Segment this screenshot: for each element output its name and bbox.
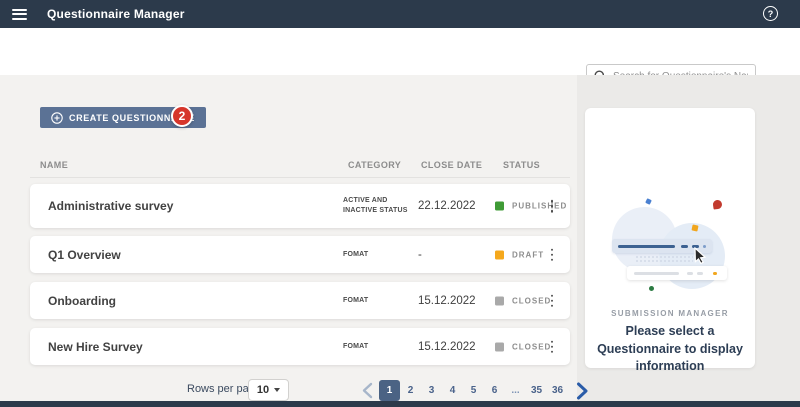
table-header: NAME CATEGORY CLOSE DATE STATUS bbox=[30, 160, 570, 178]
row-actions-kebab-icon[interactable] bbox=[547, 244, 558, 265]
page-ellipsis: ... bbox=[505, 380, 526, 401]
column-header-status: STATUS bbox=[503, 160, 540, 170]
blue-dot-icon bbox=[645, 198, 652, 205]
next-page-icon[interactable] bbox=[576, 382, 588, 400]
page-button[interactable]: 35 bbox=[526, 380, 547, 401]
row-actions-kebab-icon[interactable] bbox=[547, 196, 558, 217]
page-button[interactable]: 3 bbox=[421, 380, 442, 401]
page-button[interactable]: 4 bbox=[442, 380, 463, 401]
filter-toolbar bbox=[0, 28, 800, 75]
status-badge: DRAFT bbox=[495, 250, 544, 259]
hamburger-menu-icon[interactable] bbox=[12, 9, 27, 20]
page-button[interactable]: 5 bbox=[463, 380, 484, 401]
table-row[interactable]: Administrative survey ACTIVE AND INACTIV… bbox=[30, 184, 570, 228]
page-button[interactable]: 36 bbox=[547, 380, 568, 401]
questionnaire-close-date: - bbox=[418, 249, 422, 261]
status-label: PUBLISHED bbox=[512, 202, 567, 211]
page-title: Questionnaire Manager bbox=[47, 7, 185, 21]
column-header-category: CATEGORY bbox=[348, 160, 401, 170]
status-color-square bbox=[495, 342, 504, 351]
rows-per-page-value: 10 bbox=[257, 384, 269, 396]
status-color-square bbox=[495, 250, 504, 259]
questionnaire-name: Administrative survey bbox=[48, 199, 173, 213]
pagination: 1 2 3 4 5 6 ... 35 36 bbox=[362, 380, 588, 401]
top-navigation-bar: Questionnaire Manager ? bbox=[0, 0, 800, 28]
rows-per-page-select[interactable]: 10 bbox=[248, 379, 289, 401]
questionnaire-name: Onboarding bbox=[48, 294, 116, 308]
questionnaire-close-date: 22.12.2022 bbox=[418, 200, 476, 212]
questionnaire-category: ACTIVE AND INACTIVE STATUS bbox=[343, 196, 419, 216]
mouse-cursor-icon bbox=[694, 247, 709, 264]
row-actions-kebab-icon[interactable] bbox=[547, 336, 558, 357]
questionnaire-category: FOMAT bbox=[343, 250, 419, 260]
dotted-texture bbox=[635, 255, 693, 264]
content-area: CREATE QUESTIONNAIRE 2 NAME CATEGORY CLO… bbox=[0, 75, 800, 407]
status-label: CLOSED bbox=[512, 342, 551, 351]
status-label: CLOSED bbox=[512, 296, 551, 305]
status-label: DRAFT bbox=[512, 250, 544, 259]
plus-circle-icon bbox=[51, 112, 63, 124]
bottom-bar bbox=[0, 401, 800, 407]
row-actions-kebab-icon[interactable] bbox=[547, 290, 558, 311]
questionnaire-name: New Hire Survey bbox=[48, 340, 143, 354]
status-color-square bbox=[495, 202, 504, 211]
empty-state-message: Please select a Questionnaire to display… bbox=[596, 323, 744, 376]
status-color-square bbox=[495, 296, 504, 305]
submission-manager-label: SUBMISSION MANAGER bbox=[585, 309, 755, 318]
illustration-bar bbox=[627, 266, 727, 280]
questionnaire-close-date: 15.12.2022 bbox=[418, 341, 476, 353]
table-row[interactable]: Onboarding FOMAT 15.12.2022 CLOSED bbox=[30, 282, 570, 319]
column-header-name: NAME bbox=[40, 160, 68, 170]
status-badge: CLOSED bbox=[495, 342, 551, 351]
annotation-step-badge: 2 bbox=[171, 105, 193, 127]
empty-state-illustration bbox=[585, 108, 755, 304]
questionnaire-manager-app: Questionnaire Manager ? CREATE QUESTIONN… bbox=[0, 0, 800, 407]
previous-page-icon[interactable] bbox=[362, 382, 373, 399]
page-button[interactable]: 6 bbox=[484, 380, 505, 401]
questionnaire-category: FOMAT bbox=[343, 342, 419, 352]
chevron-down-icon bbox=[274, 388, 280, 392]
yellow-square-icon bbox=[691, 224, 698, 231]
table-row[interactable]: Q1 Overview FOMAT - DRAFT bbox=[30, 236, 570, 273]
questionnaire-name: Q1 Overview bbox=[48, 248, 121, 262]
status-badge: CLOSED bbox=[495, 296, 551, 305]
column-header-close-date: CLOSE DATE bbox=[421, 160, 482, 170]
questionnaire-category: FOMAT bbox=[343, 296, 419, 306]
table-row[interactable]: New Hire Survey FOMAT 15.12.2022 CLOSED bbox=[30, 328, 570, 365]
page-button[interactable]: 2 bbox=[400, 380, 421, 401]
red-blob-icon bbox=[712, 199, 722, 209]
help-icon[interactable]: ? bbox=[763, 6, 778, 21]
green-dot-icon bbox=[649, 286, 654, 291]
submission-manager-panel: SUBMISSION MANAGER Please select a Quest… bbox=[585, 108, 755, 368]
questionnaire-close-date: 15.12.2022 bbox=[418, 295, 476, 307]
page-button[interactable]: 1 bbox=[379, 380, 400, 401]
